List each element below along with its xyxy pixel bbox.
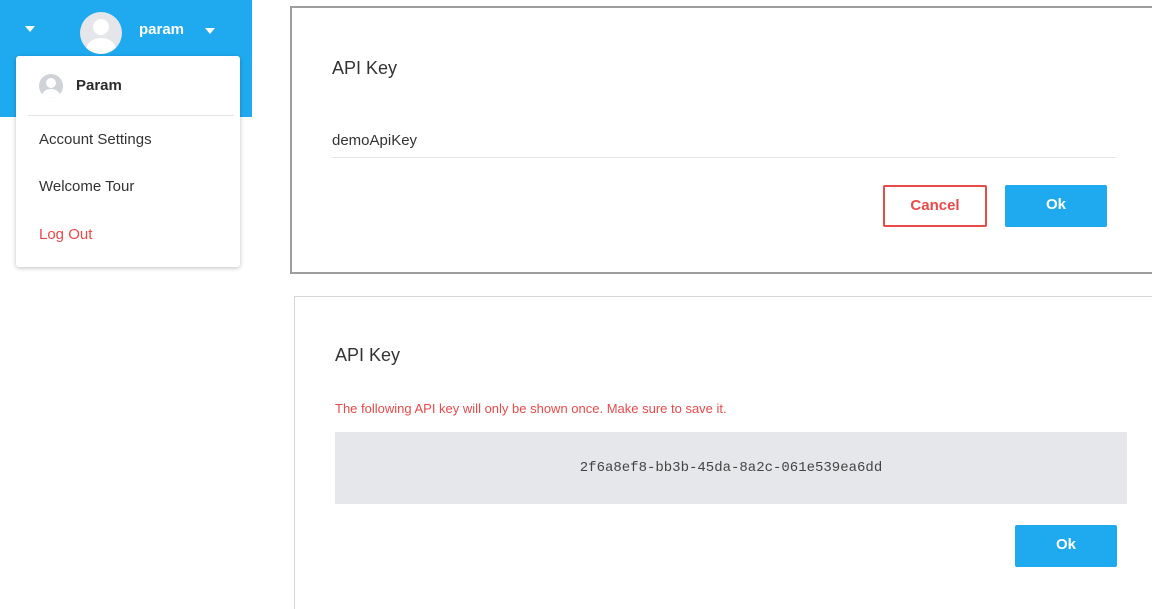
ok-button[interactable]: Ok — [1005, 185, 1107, 227]
menu-item-welcome-tour[interactable]: Welcome Tour — [39, 178, 134, 195]
user-avatar[interactable] — [80, 12, 122, 54]
api-key-display[interactable]: 2f6a8ef8-bb3b-45da-8a2c-061e539ea6dd — [335, 432, 1127, 504]
username-label[interactable]: param — [139, 21, 184, 38]
api-key-input[interactable] — [332, 123, 1116, 158]
user-dropdown-menu: Param Account Settings Welcome Tour Log … — [16, 56, 240, 267]
warning-message: The following API key will only be shown… — [335, 401, 727, 416]
dropdown-header: Param — [16, 56, 240, 115]
avatar-icon — [39, 74, 63, 98]
menu-item-account-settings[interactable]: Account Settings — [39, 131, 152, 148]
caret-down-icon[interactable] — [25, 26, 35, 32]
ok-button[interactable]: Ok — [1015, 525, 1117, 567]
api-key-created-modal: API Key The following API key will only … — [294, 296, 1152, 609]
api-key-edit-modal: API Key Cancel Ok — [290, 6, 1152, 274]
modal-title: API Key — [335, 345, 401, 365]
dropdown-user-name: Param — [76, 77, 122, 94]
modal-title: API Key — [332, 58, 398, 78]
dropdown-divider — [28, 115, 234, 116]
menu-item-log-out[interactable]: Log Out — [39, 226, 92, 243]
chevron-down-icon[interactable] — [205, 28, 215, 34]
cancel-button[interactable]: Cancel — [883, 185, 987, 227]
